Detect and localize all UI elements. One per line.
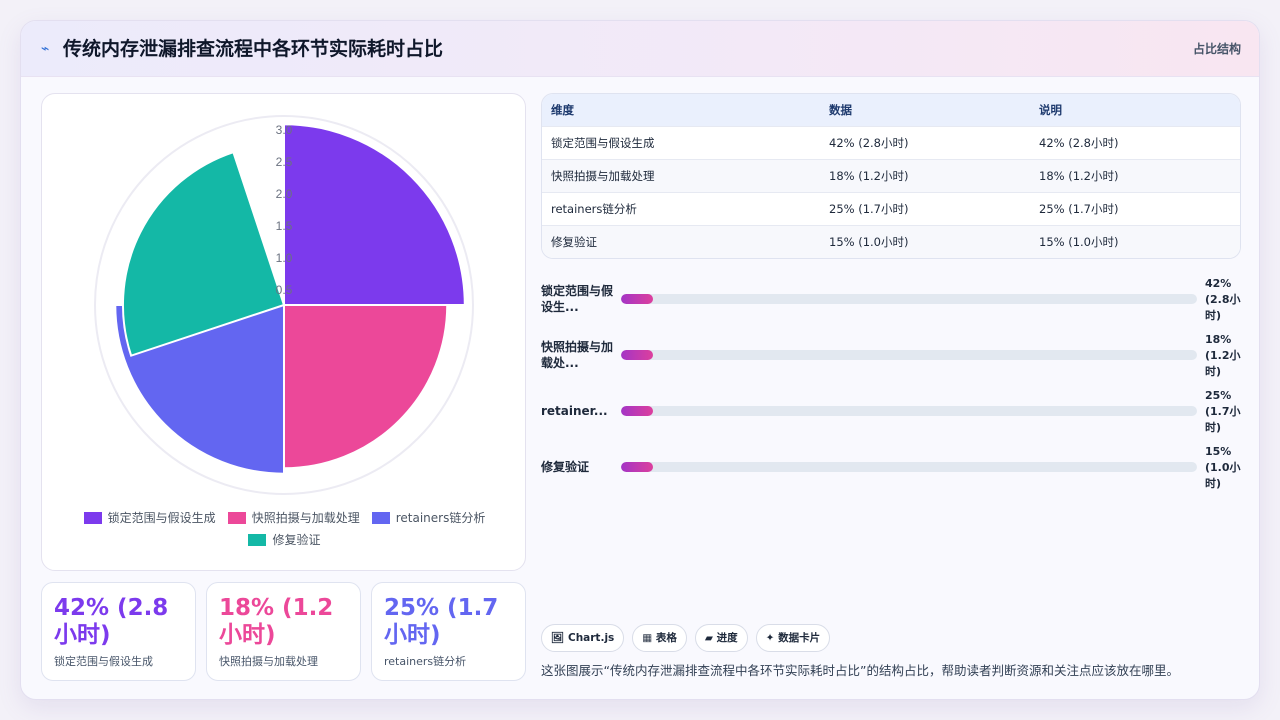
table-cell: 25% (1.7小时) xyxy=(820,191,1030,225)
chart-type-tag: 占比结构 xyxy=(1192,42,1241,56)
progress-row: retainer... 25% (1.7小时) xyxy=(541,388,1241,444)
chip-progress[interactable]: ▰ 进度 xyxy=(694,624,748,652)
progress-label: 锁定范围与假设生... xyxy=(541,284,614,314)
table-cell: 18% (1.2小时) xyxy=(820,158,1030,192)
progress-value: 15% (1.0小时) xyxy=(1205,445,1241,490)
kpi-label: 锁定范围与假设生成 xyxy=(54,655,153,668)
kpi-card: 42% (2.8小时) 锁定范围与假设生成 xyxy=(41,582,196,681)
progress-fill xyxy=(621,462,653,472)
table-cell: retainers链分析 xyxy=(542,191,820,225)
pie-chart: 3.0 2.5 2.0 1.5 1.0 0.5 xyxy=(94,115,474,495)
kpi-value: 42% (2.8小时) xyxy=(54,595,169,648)
radial-tick-label: 1.0 xyxy=(276,251,293,265)
progress-row: 锁定范围与假设生... 42% (2.8小时) xyxy=(541,276,1241,332)
progress-track xyxy=(621,294,1197,304)
kpi-card: 25% (1.7小时) retainers链分析 xyxy=(371,582,526,681)
kpi-value: 18% (1.2小时) xyxy=(219,595,334,648)
chip-chartjs[interactable]: 🖼 Chart.js xyxy=(541,624,625,652)
progress-track xyxy=(621,406,1197,416)
table-cell: 15% (1.0小时) xyxy=(1030,224,1240,258)
table-header-cell: 数据 xyxy=(820,94,1030,126)
table-row: retainers链分析 25% (1.7小时) 25% (1.7小时) xyxy=(542,191,1240,225)
table-header-row: 维度 数据 说明 xyxy=(542,94,1240,126)
kpi-card: 18% (1.2小时) 快照拍摄与加载处理 xyxy=(206,582,361,681)
progress-value: 42% (2.8小时) xyxy=(1205,277,1241,322)
radial-tick-label: 3.0 xyxy=(276,123,293,137)
progress-track xyxy=(621,350,1197,360)
progress-list: 锁定范围与假设生... 42% (2.8小时) 快照拍摄与加载处... 18% … xyxy=(541,271,1241,501)
table-cell: 15% (1.0小时) xyxy=(820,224,1030,258)
table-cell: 18% (1.2小时) xyxy=(1030,158,1240,192)
radial-tick-label: 0.5 xyxy=(276,283,293,297)
legend-item[interactable]: 修复验证 xyxy=(248,532,321,548)
legend-item[interactable]: retainers链分析 xyxy=(371,510,486,526)
table-row: 锁定范围与假设生成 42% (2.8小时) 42% (2.8小时) xyxy=(542,125,1240,159)
progress-row: 修复验证 15% (1.0小时) xyxy=(541,444,1241,500)
progress-fill xyxy=(621,406,653,416)
legend-swatch xyxy=(371,512,390,524)
kpi-label: retainers链分析 xyxy=(384,655,467,668)
legend-swatch xyxy=(248,534,267,546)
table-header-cell: 说明 xyxy=(1030,94,1240,126)
progress-fill xyxy=(621,350,653,360)
radial-tick-label: 1.5 xyxy=(276,219,293,233)
kpi-label: 快照拍摄与加载处理 xyxy=(219,655,318,668)
table-row: 修复验证 15% (1.0小时) 15% (1.0小时) xyxy=(542,224,1240,258)
data-table-card: 维度 数据 说明 锁定范围与假设生成 42% (2.8小时) 42% (2.8小… xyxy=(541,93,1241,259)
kpi-value: 25% (1.7小时) xyxy=(384,595,499,648)
table-cell: 42% (2.8小时) xyxy=(820,125,1030,159)
table-cell: 修复验证 xyxy=(542,224,820,258)
legend-label: 修复验证 xyxy=(272,533,321,547)
pie-slice xyxy=(283,123,466,306)
legend-item[interactable]: 锁定范围与假设生成 xyxy=(83,510,216,526)
table-cell: 25% (1.7小时) xyxy=(1030,191,1240,225)
progress-fill xyxy=(621,294,653,304)
legend-item[interactable]: 快照拍摄与加载处理 xyxy=(227,510,360,526)
table-cell: 锁定范围与假设生成 xyxy=(542,125,820,159)
progress-label: 修复验证 xyxy=(541,460,590,474)
legend-swatch xyxy=(83,512,102,524)
chip-table[interactable]: ▦ 表格 xyxy=(632,624,687,652)
chart-legend: 锁定范围与假设生成 快照拍摄与加载处理 retainers链分析修复验证 xyxy=(62,510,507,548)
pie-chart-card: 3.0 2.5 2.0 1.5 1.0 0.5 锁定范围与假设生成 快照拍摄与加载处理 ret… xyxy=(41,93,526,571)
legend-label: 快照拍摄与加载处理 xyxy=(251,511,360,525)
data-table: 维度 数据 说明 锁定范围与假设生成 42% (2.8小时) 42% (2.8小… xyxy=(542,94,1240,258)
table-cell: 42% (2.8小时) xyxy=(1030,125,1240,159)
table-row: 快照拍摄与加载处理 18% (1.2小时) 18% (1.2小时) xyxy=(542,158,1240,192)
legend-swatch xyxy=(227,512,246,524)
page-header: ⌁ 传统内存泄漏排查流程中各环节实际耗时占比 占比结构 xyxy=(21,21,1259,77)
legend-label: 锁定范围与假设生成 xyxy=(107,511,216,525)
chart-description: 这张图展示“传统内存泄漏排查流程中各环节实际耗时占比”的结构占比，帮助读者判断资… xyxy=(541,663,1179,678)
progress-value: 25% (1.7小时) xyxy=(1205,389,1241,434)
pie-slice xyxy=(283,304,449,470)
legend-label: retainers链分析 xyxy=(395,511,486,525)
progress-row: 快照拍摄与加载处... 18% (1.2小时) xyxy=(541,332,1241,388)
table-header-cell: 维度 xyxy=(542,94,820,126)
table-cell: 快照拍摄与加载处理 xyxy=(542,158,820,192)
page-title: 传统内存泄漏排查流程中各环节实际耗时占比 xyxy=(63,38,444,60)
progress-track xyxy=(621,462,1197,472)
radial-tick-label: 2.0 xyxy=(276,187,293,201)
wave-icon: ⌁ xyxy=(41,41,50,57)
feature-chips: 🖼 Chart.js ▦ 表格 ▰ 进度 ✦ 数据卡片 xyxy=(541,624,838,652)
progress-label: retainer... xyxy=(541,404,608,418)
progress-value: 18% (1.2小时) xyxy=(1205,333,1241,378)
progress-label: 快照拍摄与加载处... xyxy=(541,340,614,370)
chip-data-cards[interactable]: ✦ 数据卡片 xyxy=(755,624,831,652)
radial-tick-label: 2.5 xyxy=(276,155,293,169)
dashboard-page: ⌁ 传统内存泄漏排查流程中各环节实际耗时占比 占比结构 3.0 2.5 2.0 1.5… xyxy=(20,20,1260,700)
